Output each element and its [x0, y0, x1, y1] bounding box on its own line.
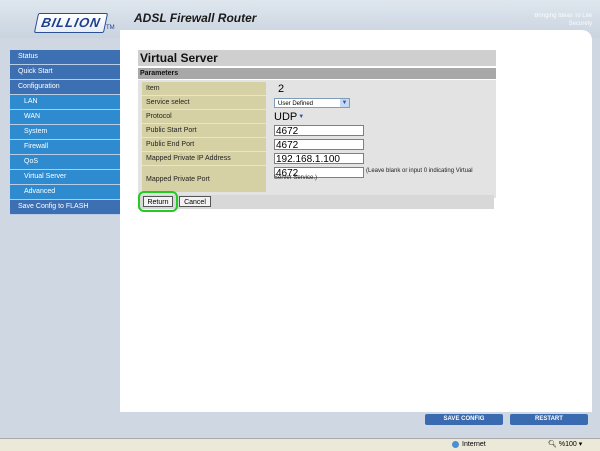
- row-item: Item 2: [140, 82, 494, 95]
- form-area: Item 2 Service select User Defined ▼ Pro…: [138, 80, 496, 198]
- service-select-value: User Defined: [278, 100, 314, 107]
- sidebar-item-quick-start[interactable]: Quick Start: [10, 65, 120, 80]
- zone-text: Internet: [462, 441, 486, 448]
- row-protocol: Protocol UDP ▼: [140, 110, 494, 123]
- private-ip-label: Mapped Private IP Address: [142, 152, 266, 165]
- zoom-text: %100: [558, 441, 577, 448]
- button-row: Return Cancel: [138, 195, 494, 209]
- sidebar-item-system[interactable]: System: [10, 125, 120, 140]
- logo-text: BILLION: [40, 15, 103, 30]
- item-value: 2: [278, 82, 285, 95]
- service-select[interactable]: User Defined ▼: [274, 97, 350, 108]
- sidebar-nav: Status Quick Start Configuration LAN WAN Syst…: [10, 50, 120, 215]
- row-service: Service select User Defined ▼: [140, 96, 494, 109]
- private-port-label: Mapped Private Port: [142, 166, 266, 192]
- sidebar-item-configuration[interactable]: Configuration: [10, 80, 120, 95]
- start-port-input[interactable]: 4672: [274, 125, 364, 137]
- service-select-label: Service select: [142, 96, 266, 109]
- browser-status-bar: Internet 🔍︎ %100 ▾: [0, 438, 600, 451]
- sidebar-item-save-config-to-flash[interactable]: Save Config to FLASH: [10, 200, 120, 215]
- sidebar-item-firewall[interactable]: Firewall: [10, 140, 120, 155]
- sidebar-item-wan[interactable]: WAN: [10, 110, 120, 125]
- private-port-hint: (Leave blank or input 0 indicating Virtu…: [274, 168, 473, 181]
- row-start-port: Public Start Port 4672: [140, 124, 494, 137]
- protocol-value[interactable]: UDP: [274, 111, 297, 123]
- item-label: Item: [142, 82, 266, 95]
- sidebar-item-qos[interactable]: QoS: [10, 155, 120, 170]
- router-title: ADSL Firewall Router: [134, 11, 257, 25]
- start-port-label: Public Start Port: [142, 124, 266, 137]
- tagline: Bringing Ideas To Life Securely: [534, 13, 592, 27]
- save-config-button[interactable]: SAVE CONFIG: [425, 414, 503, 425]
- bottom-bar: SAVE CONFIG RESTART: [0, 412, 600, 432]
- row-end-port: Public End Port 4672: [140, 138, 494, 151]
- row-private-ip: Mapped Private IP Address 192.168.1.100: [140, 152, 494, 165]
- sidebar-item-virtual-server[interactable]: Virtual Server: [10, 170, 120, 185]
- chevron-down-icon[interactable]: ▼: [340, 98, 349, 107]
- section-header: Parameters: [138, 68, 496, 79]
- private-ip-input[interactable]: 192.168.1.100: [274, 153, 364, 165]
- return-highlight-outline: [138, 191, 178, 212]
- restart-button[interactable]: RESTART: [510, 414, 588, 425]
- row-private-port: Mapped Private Port 4672 (Leave blank or…: [140, 166, 494, 192]
- end-port-input[interactable]: 4672: [274, 139, 364, 151]
- chevron-down-icon[interactable]: ▼: [298, 114, 304, 120]
- cancel-button[interactable]: Cancel: [179, 196, 211, 207]
- sidebar-item-lan[interactable]: LAN: [10, 95, 120, 110]
- globe-icon: [452, 440, 459, 448]
- protocol-select[interactable]: UDP ▼: [270, 110, 304, 123]
- zone-indicator: Internet: [452, 439, 486, 451]
- zoom-icon: 🔍︎: [548, 441, 557, 448]
- page-title: Virtual Server: [138, 50, 496, 66]
- sidebar-item-advanced[interactable]: Advanced: [10, 185, 120, 200]
- protocol-label: Protocol: [142, 110, 266, 123]
- sidebar-item-status[interactable]: Status: [10, 50, 120, 65]
- trademark-mark: TM: [106, 25, 115, 31]
- zoom-indicator[interactable]: 🔍︎ %100 ▾: [548, 439, 582, 451]
- end-port-label: Public End Port: [142, 138, 266, 151]
- billion-logo: BILLION: [33, 13, 109, 33]
